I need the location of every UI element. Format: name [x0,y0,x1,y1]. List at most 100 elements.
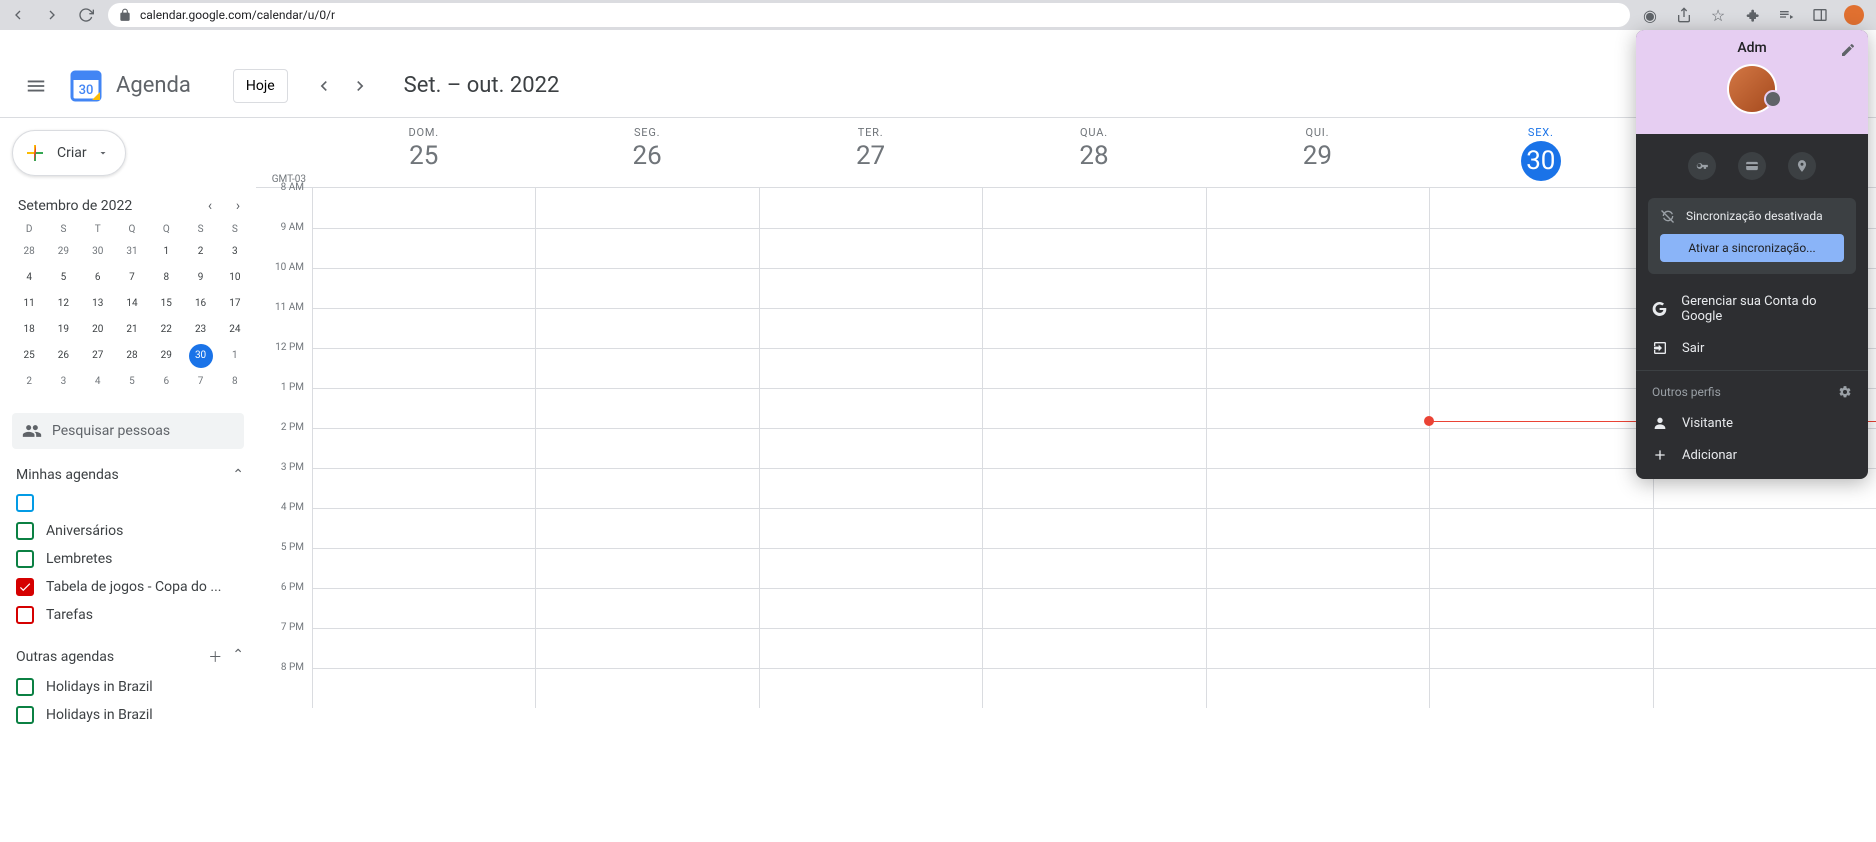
calendar-checkbox[interactable] [16,522,34,540]
day-column-header[interactable]: SEX.30 [1429,118,1652,187]
mini-cal-day[interactable]: 18 [17,318,41,342]
time-cell[interactable] [1653,588,1876,628]
mini-cal-day[interactable]: 2 [189,240,213,264]
mini-cal-day[interactable]: 30 [189,344,213,368]
menu-button[interactable] [16,66,56,106]
calendar-row[interactable]: Holidays in Brazil [12,673,252,701]
time-cell[interactable] [535,308,758,348]
time-cell[interactable] [535,388,758,428]
prev-week-button[interactable] [308,70,340,102]
time-cell[interactable] [1206,348,1429,388]
time-cell[interactable] [1206,428,1429,468]
time-cell[interactable] [759,228,982,268]
time-cell[interactable] [759,548,982,588]
mini-cal-day[interactable]: 22 [154,318,178,342]
calendar-checkbox[interactable] [16,494,34,512]
time-cell[interactable] [312,508,535,548]
time-cell[interactable] [759,468,982,508]
time-cell[interactable] [1206,468,1429,508]
mini-cal-day[interactable]: 27 [86,344,110,368]
time-cell[interactable] [982,308,1205,348]
day-column-header[interactable]: QUA.28 [982,118,1205,187]
time-cell[interactable] [535,668,758,708]
time-cell[interactable] [1206,508,1429,548]
mini-cal-day[interactable]: 1 [223,344,247,368]
time-cell[interactable] [312,348,535,388]
time-cell[interactable] [982,228,1205,268]
mini-cal-day[interactable]: 13 [86,292,110,316]
time-cell[interactable] [1206,588,1429,628]
browser-profile-avatar[interactable] [1844,5,1864,25]
time-cell[interactable] [1429,228,1652,268]
calendar-checkbox[interactable] [16,678,34,696]
mini-cal-day[interactable]: 29 [51,240,75,264]
time-cell[interactable] [759,428,982,468]
time-cell[interactable] [535,188,758,228]
address-bar[interactable]: calendar.google.com/calendar/u/0/r [108,3,1630,27]
mini-cal-day[interactable]: 3 [51,370,75,394]
time-cell[interactable] [1429,428,1652,468]
time-cell[interactable] [982,188,1205,228]
mini-cal-day[interactable]: 25 [17,344,41,368]
mini-cal-day[interactable]: 6 [154,370,178,394]
mini-cal-day[interactable]: 28 [120,344,144,368]
time-cell[interactable] [1429,548,1652,588]
time-cell[interactable] [312,548,535,588]
time-cell[interactable] [1206,628,1429,668]
mini-cal-day[interactable]: 29 [154,344,178,368]
time-cell[interactable] [759,308,982,348]
mini-cal-day[interactable]: 21 [120,318,144,342]
time-cell[interactable] [759,388,982,428]
edit-profile-button[interactable] [1840,42,1856,58]
time-cell[interactable] [535,268,758,308]
calendar-row[interactable] [12,489,252,517]
mini-cal-day[interactable]: 6 [86,266,110,290]
mini-cal-day[interactable]: 16 [189,292,213,316]
time-cell[interactable] [1429,468,1652,508]
time-cell[interactable] [535,468,758,508]
time-cell[interactable] [312,268,535,308]
mini-cal-day[interactable]: 5 [51,266,75,290]
time-cell[interactable] [1206,308,1429,348]
time-cell[interactable] [1206,268,1429,308]
mini-cal-day[interactable]: 7 [120,266,144,290]
mini-cal-day[interactable]: 4 [17,266,41,290]
mini-cal-day[interactable]: 7 [189,370,213,394]
time-cell[interactable] [535,548,758,588]
next-week-button[interactable] [344,70,376,102]
panel-icon[interactable] [1810,5,1830,25]
time-cell[interactable] [1429,268,1652,308]
mini-cal-day[interactable]: 30 [86,240,110,264]
day-column-header[interactable]: SEG.26 [535,118,758,187]
mini-cal-day[interactable]: 19 [51,318,75,342]
calendar-row[interactable]: Lembretes [12,545,252,573]
time-cell[interactable] [759,508,982,548]
mini-cal-day[interactable]: 10 [223,266,247,290]
time-cell[interactable] [759,588,982,628]
time-cell[interactable] [759,628,982,668]
mini-cal-day[interactable]: 2 [17,370,41,394]
time-cell[interactable] [1653,508,1876,548]
calendar-row[interactable]: Tabela de jogos - Copa do ... [12,573,252,601]
time-cell[interactable] [982,548,1205,588]
mini-cal-day[interactable]: 8 [154,266,178,290]
calendar-checkbox[interactable] [16,706,34,724]
time-cell[interactable] [535,348,758,388]
time-cell[interactable] [1429,188,1652,228]
mini-cal-day[interactable]: 15 [154,292,178,316]
time-cell[interactable] [312,468,535,508]
mini-cal-prev[interactable]: ‹ [200,198,220,214]
time-cell[interactable] [312,428,535,468]
time-cell[interactable] [982,268,1205,308]
time-cell[interactable] [982,348,1205,388]
time-cell[interactable] [312,188,535,228]
time-cell[interactable] [312,588,535,628]
time-cell[interactable] [535,228,758,268]
time-cell[interactable] [1429,628,1652,668]
gear-icon[interactable] [1838,385,1852,399]
time-cell[interactable] [1429,668,1652,708]
my-calendars-header[interactable]: Minhas agendas ⌃ [12,449,252,489]
time-cell[interactable] [1206,668,1429,708]
day-column-header[interactable]: DOM.25 [312,118,535,187]
calendar-checkbox[interactable] [16,606,34,624]
